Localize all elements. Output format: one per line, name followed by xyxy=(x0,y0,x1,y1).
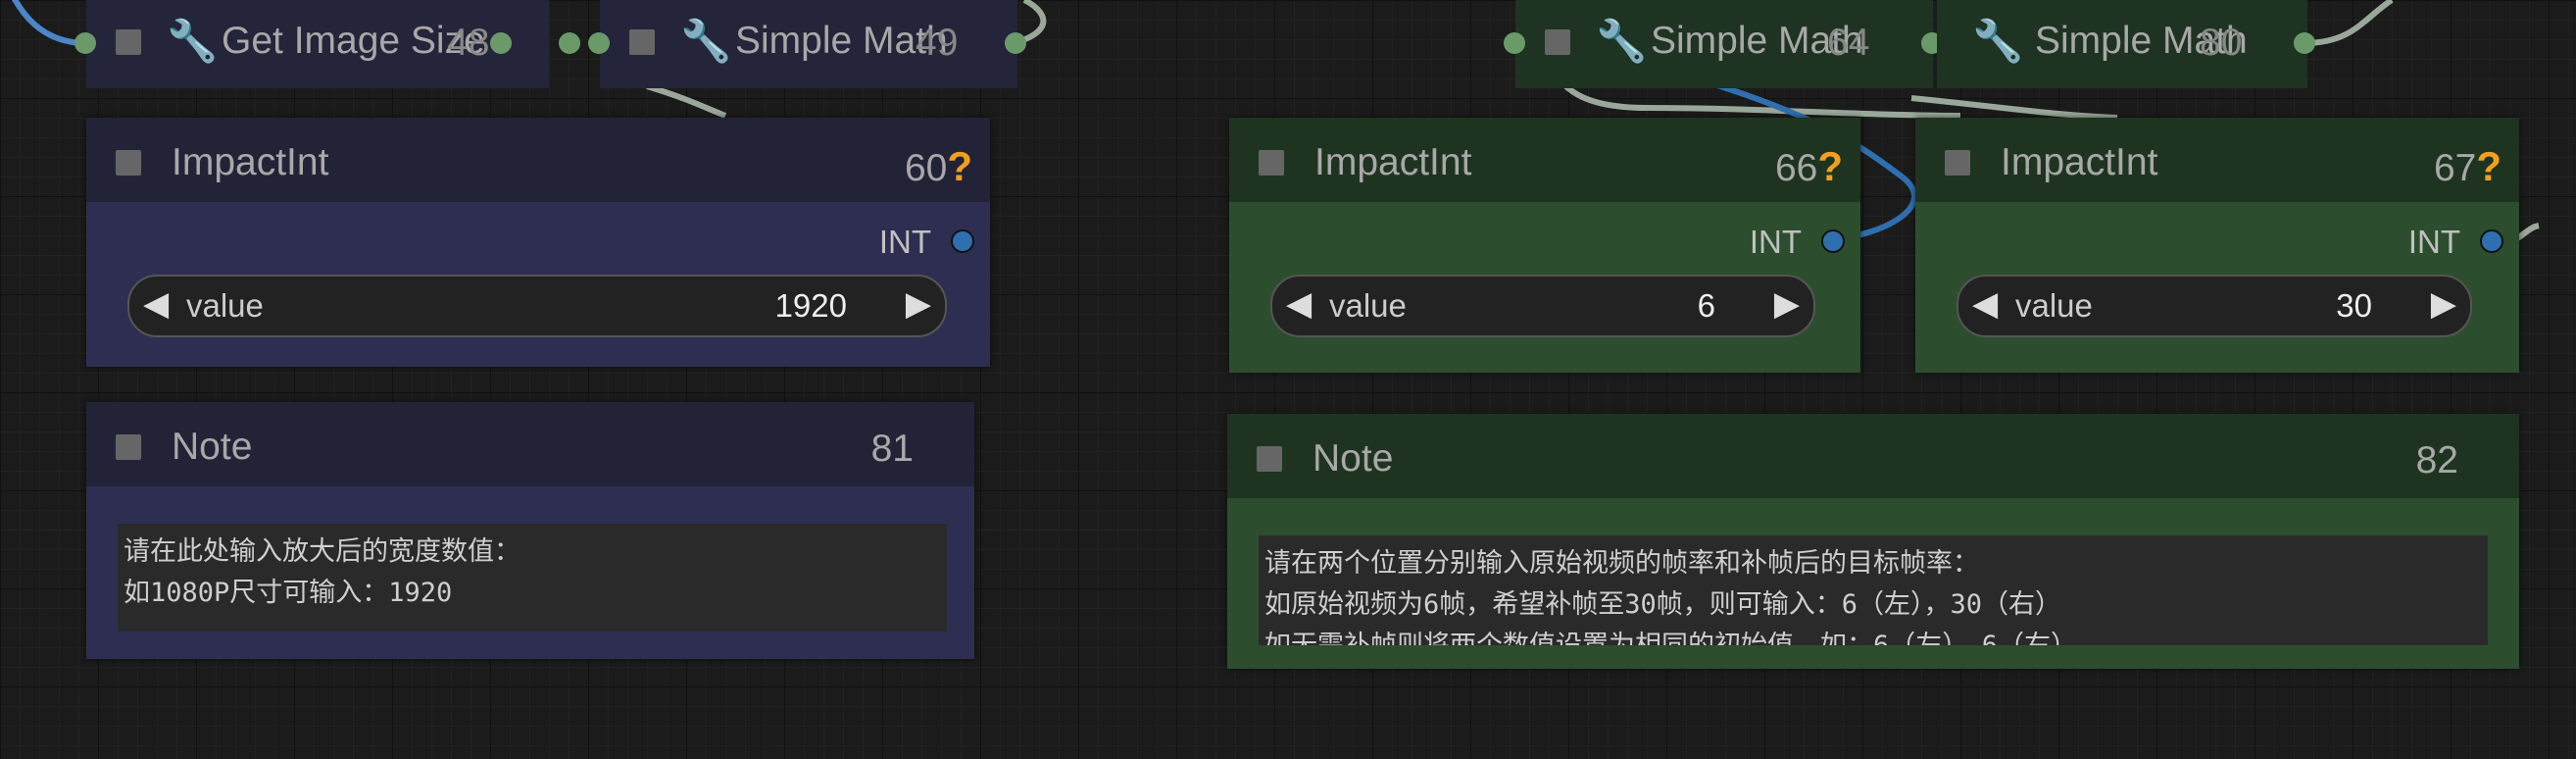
node-title: ImpactInt xyxy=(1314,141,1472,183)
output-slot[interactable] xyxy=(490,32,512,54)
increment-arrow-icon[interactable]: ▶ xyxy=(906,284,931,324)
note-line: 请在两个位置分别输入原始视频的帧率和补帧后的目标帧率： xyxy=(1264,548,1979,579)
note-textarea[interactable]: 请在两个位置分别输入原始视频的帧率和补帧后的目标帧率： 如原始视频为6帧，希望补帧… xyxy=(1259,535,2488,645)
node-id: 80 xyxy=(2200,22,2243,64)
node-body: 请在此处输入放大后的宽度数值： 如1080P尺寸可输入：1920 xyxy=(86,486,974,659)
impact-int-node-67[interactable]: ImpactInt 67? INT ◀ value 30 ▶ xyxy=(1915,118,2519,373)
decrement-arrow-icon[interactable]: ◀ xyxy=(143,284,169,324)
wrench-icon: 🔧 xyxy=(1596,18,1648,64)
node-id: 64 xyxy=(1827,22,1870,64)
simple-math-node-64[interactable]: 🔧 Simple Math 64 xyxy=(1515,0,1933,88)
increment-arrow-icon[interactable]: ▶ xyxy=(1774,284,1800,324)
increment-arrow-icon[interactable]: ▶ xyxy=(2431,284,2456,324)
note-node-82[interactable]: Note 82 请在两个位置分别输入原始视频的帧率和补帧后的目标帧率： 如原始视频… xyxy=(1227,414,2519,669)
node-header[interactable]: ImpactInt 67? xyxy=(1915,118,2519,202)
node-id-badge: 60? xyxy=(905,143,972,190)
collapse-toggle[interactable] xyxy=(1259,150,1284,176)
note-line: 请在此处输入放大后的宽度数值： xyxy=(124,536,520,567)
collapse-toggle[interactable] xyxy=(1545,29,1570,55)
value-widget[interactable]: ◀ value 30 ▶ xyxy=(1957,275,2472,337)
int-output-slot[interactable] xyxy=(1821,229,1845,253)
help-badge[interactable]: ? xyxy=(947,143,972,189)
node-title: Note xyxy=(1313,437,1394,480)
widget-value[interactable]: 1920 xyxy=(775,287,847,325)
int-output-slot[interactable] xyxy=(2480,229,2503,253)
wrench-icon: 🔧 xyxy=(1972,18,2024,64)
node-id: 82 xyxy=(2415,439,2458,481)
value-widget[interactable]: ◀ value 1920 ▶ xyxy=(127,275,947,337)
input-slot[interactable] xyxy=(559,32,580,54)
note-line: 如无需补帧则将两个数值设置为相同的初始值，如：6（左），6（右） xyxy=(1264,626,2482,645)
impact-int-node-66[interactable]: ImpactInt 66? INT ◀ value 6 ▶ xyxy=(1229,118,1860,373)
node-body: INT ◀ value 30 ▶ xyxy=(1915,202,2519,373)
wrench-icon: 🔧 xyxy=(680,18,732,64)
widget-value[interactable]: 6 xyxy=(1698,287,1715,325)
collapse-toggle[interactable] xyxy=(116,434,141,460)
simple-math-node-80[interactable]: 🔧 Simple Math 80 xyxy=(1937,0,2307,88)
link-wire xyxy=(11,0,87,46)
output-slot[interactable] xyxy=(2294,32,2315,54)
decrement-arrow-icon[interactable]: ◀ xyxy=(1972,284,1998,324)
node-id: 67 xyxy=(2433,147,2477,189)
node-body: INT ◀ value 6 ▶ xyxy=(1229,202,1860,373)
output-label: INT xyxy=(1749,224,1802,260)
node-id: 81 xyxy=(870,428,914,470)
collapse-toggle[interactable] xyxy=(116,29,141,55)
node-title: ImpactInt xyxy=(2001,141,2158,183)
widget-label: value xyxy=(1329,287,1407,324)
output-slot[interactable] xyxy=(1005,32,1026,54)
widget-label: value xyxy=(186,287,264,324)
link-wire xyxy=(2303,0,2394,46)
output-label: INT xyxy=(2407,224,2460,260)
node-header[interactable]: ImpactInt 66? xyxy=(1229,118,1860,202)
node-title: Get Image Size xyxy=(222,20,485,62)
output-slot[interactable] xyxy=(74,32,96,54)
collapse-toggle[interactable] xyxy=(1257,446,1282,472)
get-image-size-node[interactable]: 🔧 Get Image Size 48 xyxy=(86,0,549,88)
node-header[interactable]: ImpactInt 60? xyxy=(86,118,990,202)
node-body: 请在两个位置分别输入原始视频的帧率和补帧后的目标帧率： 如原始视频为6帧，希望补帧… xyxy=(1227,498,2519,669)
help-badge[interactable]: ? xyxy=(1817,143,1843,189)
int-output-slot[interactable] xyxy=(951,229,974,253)
node-id: 66 xyxy=(1774,147,1818,189)
decrement-arrow-icon[interactable]: ◀ xyxy=(1286,284,1312,324)
node-id: 48 xyxy=(447,22,490,64)
node-body: INT ◀ value 1920 ▶ xyxy=(86,202,990,367)
output-label: INT xyxy=(878,224,931,260)
note-textarea[interactable]: 请在此处输入放大后的宽度数值： 如1080P尺寸可输入：1920 xyxy=(118,524,947,632)
node-title: ImpactInt xyxy=(172,141,329,183)
widget-value[interactable]: 30 xyxy=(2336,287,2372,325)
input-slot[interactable] xyxy=(588,32,610,54)
simple-math-node-49[interactable]: 🔧 Simple Math 49 xyxy=(600,0,1017,88)
node-id-badge: 67? xyxy=(2434,143,2502,190)
widget-label: value xyxy=(2015,287,2093,324)
node-header[interactable]: Note 81 xyxy=(86,402,974,486)
node-id: 49 xyxy=(916,22,959,64)
wrench-icon: 🔧 xyxy=(167,18,219,64)
note-line: 如原始视频为6帧，希望补帧至30帧，则可输入：6（左），30（右） xyxy=(1264,589,2062,620)
input-slot[interactable] xyxy=(1504,32,1525,54)
collapse-toggle[interactable] xyxy=(629,29,655,55)
collapse-toggle[interactable] xyxy=(116,150,141,176)
node-id: 60 xyxy=(904,147,948,189)
note-node-81[interactable]: Note 81 请在此处输入放大后的宽度数值： 如1080P尺寸可输入：1920 xyxy=(86,402,974,659)
value-widget[interactable]: ◀ value 6 ▶ xyxy=(1270,275,1815,337)
help-badge[interactable]: ? xyxy=(2476,143,2502,189)
node-header[interactable]: Note 82 xyxy=(1227,414,2519,498)
note-line: 如1080P尺寸可输入：1920 xyxy=(124,578,453,608)
link-wire xyxy=(646,83,727,119)
node-id-badge: 66? xyxy=(1775,143,1843,190)
impact-int-node-60[interactable]: ImpactInt 60? INT ◀ value 1920 ▶ xyxy=(86,118,990,367)
node-title: Note xyxy=(172,426,253,468)
collapse-toggle[interactable] xyxy=(1945,150,1970,176)
